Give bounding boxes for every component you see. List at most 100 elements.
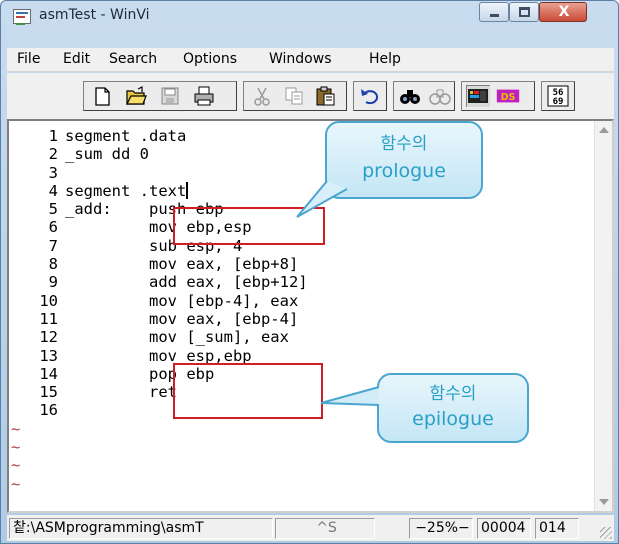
status-column: 014 [535, 518, 579, 539]
ds-button[interactable]: DS [496, 85, 520, 107]
epilogue-highlight [173, 363, 323, 419]
maximize-button[interactable] [509, 2, 539, 22]
prologue-callout-tail [296, 180, 348, 218]
line-text: mov eax, [ebp+8] [65, 255, 299, 274]
close-icon: X [558, 4, 570, 20]
menu-bar: File Edit Search Options Windows Help [7, 48, 614, 72]
new-file-icon [95, 87, 110, 106]
line-text: mov [ebp-4], eax [65, 291, 299, 310]
empty-line: ~ [9, 420, 308, 438]
empty-line-marker: ~ [11, 419, 21, 438]
toolbar-group-hex: 56 69 [541, 81, 575, 111]
epilogue-callout: 함수의 epilogue [377, 373, 529, 443]
status-line: 00004 [477, 518, 531, 539]
new-file-button[interactable] [90, 85, 114, 107]
paste-button[interactable] [314, 85, 338, 107]
status-mode: ^S [275, 518, 375, 539]
menu-edit[interactable]: Edit [63, 51, 90, 67]
status-bar: 챁:\ASMprogramming\asmT ^S −25%− 00004 01… [7, 515, 614, 541]
text-cursor [186, 181, 189, 199]
toolbar-group-find [393, 81, 455, 111]
empty-line-marker: ~ [11, 456, 21, 475]
editor-area[interactable]: 1 segment .data 2 _sum dd 0 3 4 segment .text 5… [7, 119, 614, 513]
open-folder-icon [126, 86, 147, 105]
menu-file[interactable]: File [17, 51, 40, 67]
hex-button[interactable]: 56 69 [546, 85, 570, 107]
line-text: mov eax, [ebp-4] [65, 309, 299, 328]
maximize-icon [519, 7, 530, 17]
color-button[interactable] [466, 85, 490, 107]
copy-button[interactable] [282, 85, 306, 107]
line-number: 4 [48, 181, 58, 200]
toolbar-group-file [83, 81, 237, 111]
toolbar-group-clipboard [243, 81, 347, 111]
find-next-button[interactable] [428, 85, 452, 107]
code-line[interactable]: 2 _sum dd 0 [9, 145, 308, 163]
window-title: asmTest - WinVi [39, 7, 150, 23]
epilogue-callout-english: epilogue [412, 408, 494, 430]
open-button[interactable] [124, 85, 148, 107]
toolbar: DS 56 69 [7, 73, 614, 119]
line-number: 12 [39, 328, 58, 347]
empty-line-marker: ~ [11, 438, 21, 457]
toolbar-group-view: DS [461, 81, 535, 111]
print-icon [194, 86, 214, 106]
undo-icon [361, 89, 379, 105]
line-number: 1 [48, 127, 58, 145]
close-button[interactable]: X [539, 2, 587, 22]
app-icon[interactable] [13, 9, 31, 25]
print-button[interactable] [192, 85, 216, 107]
vertical-scrollbar[interactable] [594, 121, 612, 511]
empty-line: ~ [9, 438, 308, 456]
hex-icon-bottom: 69 [553, 97, 564, 107]
empty-line: ~ [9, 475, 308, 493]
line-text: segment .text [65, 181, 187, 200]
app-window: asmTest - WinVi X File Edit Search Optio… [0, 0, 619, 544]
code-line[interactable]: 12 mov [_sum], eax [9, 328, 308, 346]
epilogue-callout-tail [320, 386, 380, 406]
line-text: ret [65, 383, 177, 402]
ds-icon-label: DS [501, 92, 516, 103]
paste-icon [316, 86, 335, 106]
code-line[interactable]: 1 segment .data [9, 127, 308, 145]
minimize-button[interactable] [479, 2, 509, 22]
cut-icon [254, 87, 270, 106]
menu-search[interactable]: Search [109, 51, 157, 67]
menu-help[interactable]: Help [369, 51, 401, 67]
epilogue-callout-korean: 함수의 [429, 384, 477, 404]
scroll-up-icon[interactable] [599, 127, 609, 133]
title-bar[interactable]: asmTest - WinVi X [1, 1, 618, 31]
line-number: 6 [48, 218, 58, 237]
line-number: 16 [39, 401, 58, 420]
cut-button[interactable] [250, 85, 274, 107]
menu-windows[interactable]: Windows [269, 51, 332, 67]
code-line[interactable]: 4 segment .text [9, 181, 308, 200]
ds-icon: DS [496, 89, 520, 103]
undo-button[interactable] [358, 85, 382, 107]
save-button[interactable] [158, 85, 182, 107]
scroll-down-icon[interactable] [599, 499, 609, 505]
minimize-icon [490, 14, 499, 17]
empty-line-marker: ~ [11, 474, 21, 493]
line-text: mov esp,ebp [65, 346, 252, 365]
find-icon [400, 90, 420, 104]
code-line[interactable]: 8 mov eax, [ebp+8] [9, 255, 308, 273]
line-number: 2 [48, 145, 58, 164]
empty-line: ~ [9, 456, 308, 474]
line-number: 7 [48, 236, 58, 255]
line-number: 15 [39, 383, 58, 402]
code-line[interactable]: 9 add eax, [ebp+12] [9, 273, 308, 291]
line-text: segment .data [65, 127, 187, 145]
resize-grip-icon[interactable] [600, 527, 612, 539]
line-number: 9 [48, 273, 58, 292]
line-number: 10 [39, 291, 58, 310]
find-button[interactable] [398, 85, 422, 107]
toolbar-group-undo [353, 81, 387, 111]
code-line[interactable]: 10 mov [ebp-4], eax [9, 292, 308, 310]
code-line[interactable]: 3 [9, 164, 308, 182]
hex-icon: 5669 [547, 85, 569, 107]
line-number: 8 [48, 255, 58, 274]
code-line[interactable]: 11 mov eax, [ebp-4] [9, 310, 308, 328]
menu-options[interactable]: Options [183, 51, 237, 67]
copy-icon [285, 87, 303, 105]
